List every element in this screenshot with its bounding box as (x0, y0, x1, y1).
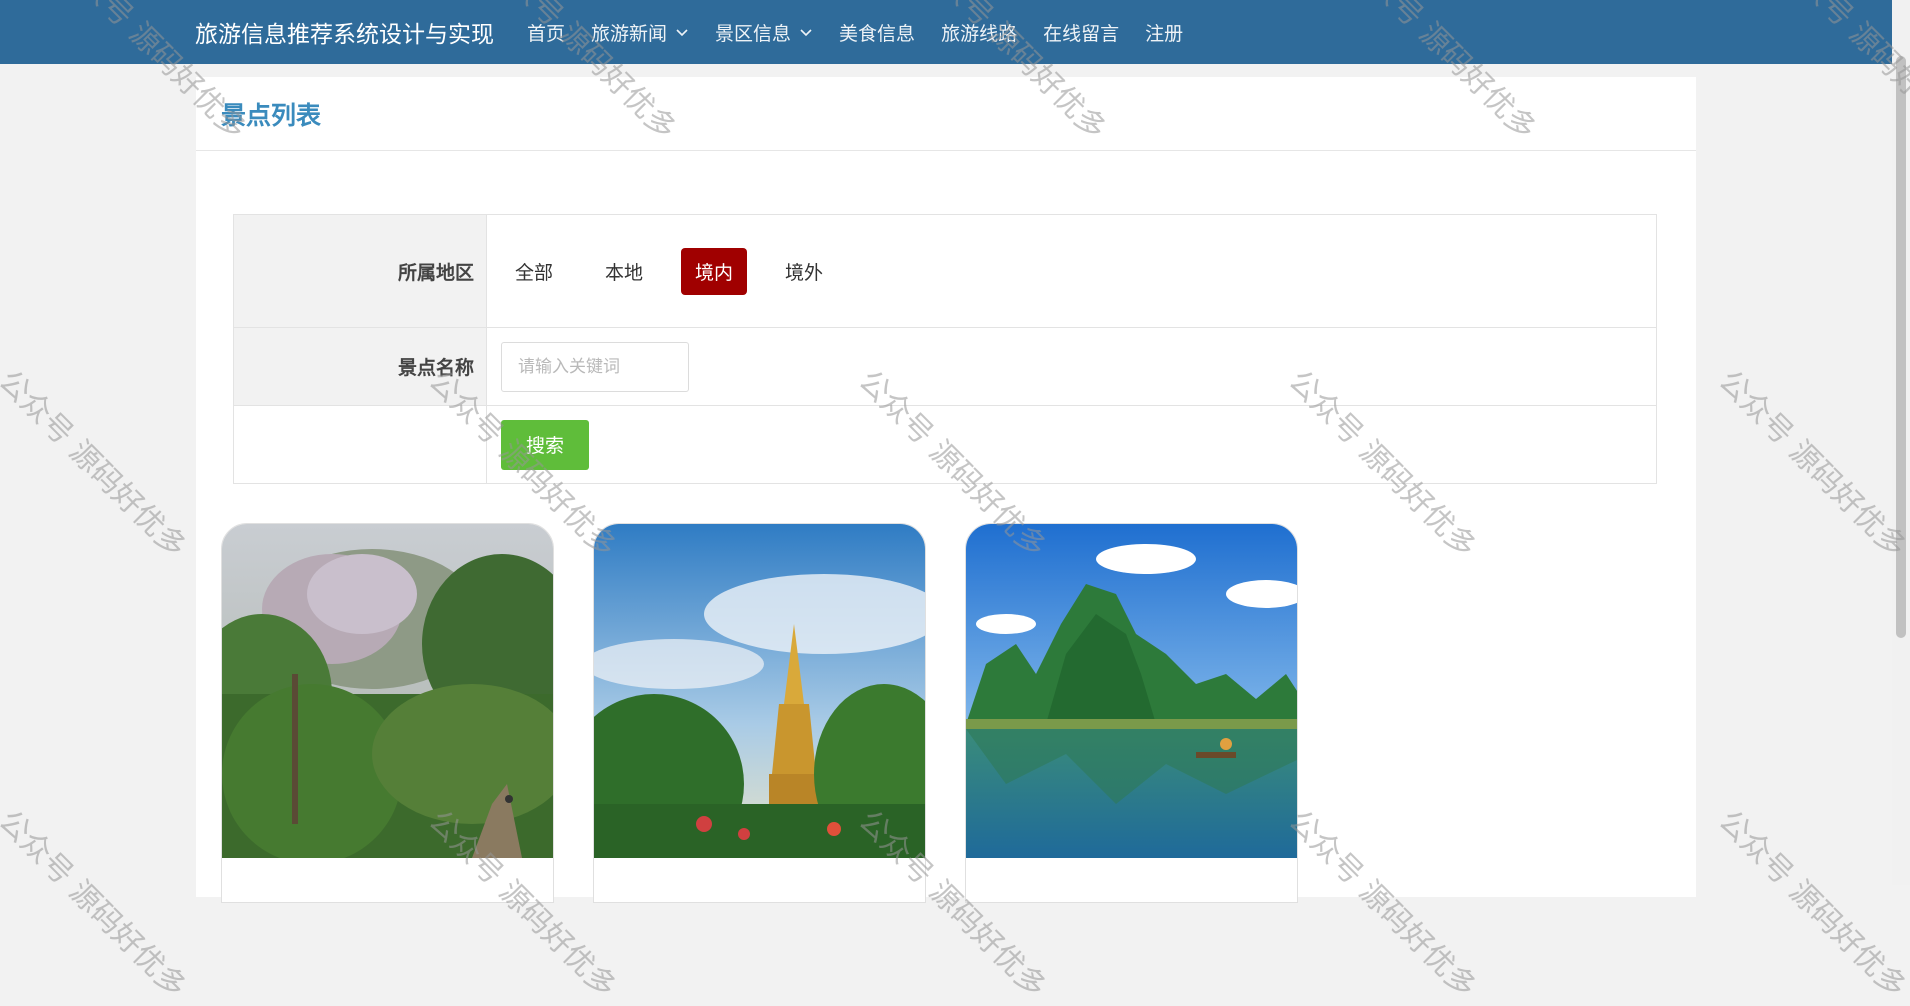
nav-travel-routes[interactable]: 旅游线路 (941, 19, 1017, 46)
filter-row-name: 景点名称 (234, 328, 1656, 406)
scenic-card-caption (594, 858, 925, 902)
filter-table: 所属地区 全部 本地 境内 境外 景点名称 搜索 (233, 214, 1657, 484)
region-label: 所属地区 (234, 215, 487, 327)
keyword-cell (487, 328, 1656, 405)
scenic-card[interactable] (593, 523, 926, 903)
nav-food-info[interactable]: 美食信息 (839, 19, 915, 46)
chevron-down-icon (676, 29, 688, 37)
filter-row-action: 搜索 (234, 406, 1656, 483)
chevron-down-icon (800, 29, 812, 37)
nav-register[interactable]: 注册 (1145, 19, 1183, 46)
watermark: 公众号 源码好优多 (1711, 803, 1910, 1005)
filter-row-region: 所属地区 全部 本地 境内 境外 (234, 215, 1656, 328)
keyword-input[interactable] (501, 341, 689, 392)
nav-food-info-label: 美食信息 (839, 22, 916, 45)
site-brand[interactable]: 旅游信息推荐系统设计与实现 (195, 15, 494, 49)
scenic-card-caption (966, 858, 1297, 902)
scenic-photo-karst-river[interactable] (966, 524, 1298, 858)
region-option-local[interactable]: 本地 (591, 248, 657, 295)
nav-travel-routes-label: 旅游线路 (941, 22, 1018, 45)
main-panel: 景点列表 所属地区 全部 本地 境内 境外 景点名称 搜索 (196, 77, 1696, 903)
scenic-name-label: 景点名称 (234, 328, 487, 405)
nav-online-message-label: 在线留言 (1043, 22, 1120, 45)
panel-header: 景点列表 (196, 77, 1696, 151)
search-button[interactable]: 搜索 (501, 419, 589, 470)
page-scrollbar[interactable] (1892, 0, 1910, 885)
nav-home[interactable]: 首页 (527, 19, 565, 46)
region-options: 全部 本地 境内 境外 (487, 215, 1656, 327)
scenic-photo-pagoda[interactable] (594, 524, 926, 858)
region-option-domestic[interactable]: 境内 (681, 247, 748, 295)
action-label-cell (234, 406, 487, 483)
region-option-overseas[interactable]: 境外 (771, 248, 837, 295)
scenic-card[interactable] (965, 523, 1298, 903)
region-option-all[interactable]: 全部 (501, 248, 567, 295)
nav-home-label: 首页 (527, 22, 566, 45)
nav-register-label: 注册 (1145, 22, 1184, 45)
watermark: 公众号 源码好优多 (1711, 363, 1910, 565)
page-title: 景点列表 (221, 100, 322, 130)
scenic-card-caption (222, 858, 553, 902)
top-navbar: 旅游信息推荐系统设计与实现 首页 旅游新闻 景区信息 美食信息 旅游线路 在线留… (0, 0, 1892, 64)
nav-scenic-info-label: 景区信息 (715, 22, 792, 45)
scrollbar-thumb[interactable] (1896, 56, 1906, 638)
action-cell: 搜索 (487, 406, 1656, 483)
scenic-photo-forest[interactable] (222, 524, 554, 858)
nav-online-message[interactable]: 在线留言 (1043, 19, 1119, 46)
nav-travel-news-label: 旅游新闻 (591, 22, 668, 45)
scenic-card[interactable] (221, 523, 554, 903)
nav-travel-news[interactable]: 旅游新闻 (591, 19, 689, 46)
watermark: 公众号 源码好优多 (0, 363, 193, 565)
nav-scenic-info[interactable]: 景区信息 (715, 19, 813, 46)
scenic-card-list (221, 523, 1337, 903)
watermark: 公众号 源码好优多 (0, 803, 193, 1005)
